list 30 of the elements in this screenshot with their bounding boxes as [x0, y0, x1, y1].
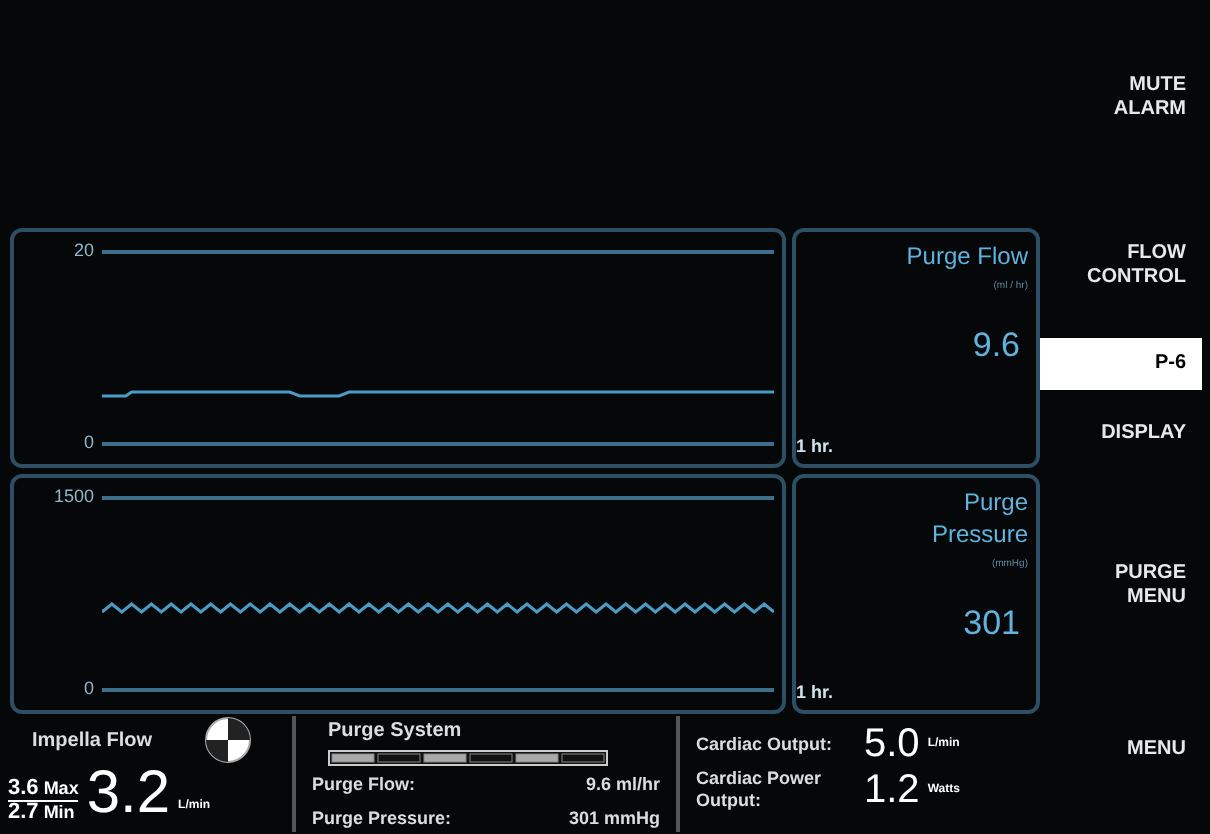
purge-label: Purge Flow:: [312, 772, 415, 798]
cardiac-value: 5.0: [864, 724, 920, 764]
max-flow-label: 3.6 Max: [8, 778, 79, 802]
purge-value: 301 mmHg: [568, 805, 660, 832]
panel-title: Purge System: [328, 718, 464, 746]
cardiac-label: Cardiac Output:: [696, 733, 835, 755]
soft-key-button[interactable]: FLOW CONTROL: [1040, 234, 1202, 298]
purge-label: Purge Pressure:: [312, 805, 452, 832]
cardiac-value: 1.2: [864, 770, 920, 810]
panel-title: Purge Flow: [906, 240, 1028, 272]
soft-key-button[interactable]: P-6: [1040, 338, 1202, 390]
trend-value: 301: [963, 601, 1020, 645]
purge-value: 9.6 ml/hr: [585, 772, 660, 798]
rotor-icon: [204, 716, 252, 764]
min-flow-label: 2.7 Min: [8, 802, 77, 824]
panel-title: Impella Flow: [32, 727, 153, 755]
time-span-label: 1 hr.: [796, 679, 834, 705]
time-span-label: 1 hr.: [796, 433, 834, 459]
panel-title: Purge Pressure: [929, 486, 1028, 550]
soft-key-button[interactable]: MUTE ALARM: [1040, 66, 1202, 130]
trend-value: 9.6: [972, 323, 1020, 367]
soft-key-button[interactable]: DISPLAY: [1040, 414, 1202, 454]
cardiac-label: Cardiac Power Output:: [696, 768, 824, 812]
flow-value: 3.2: [86, 764, 171, 824]
axis-max-label: 20: [71, 238, 94, 265]
axis-min-label: 0: [81, 430, 94, 457]
soft-key-button[interactable]: PURGE MENU: [1040, 554, 1202, 618]
axis-max-label: 1500: [51, 484, 94, 511]
soft-key-button[interactable]: MENU: [1040, 730, 1202, 770]
axis-min-label: 0: [81, 676, 94, 703]
